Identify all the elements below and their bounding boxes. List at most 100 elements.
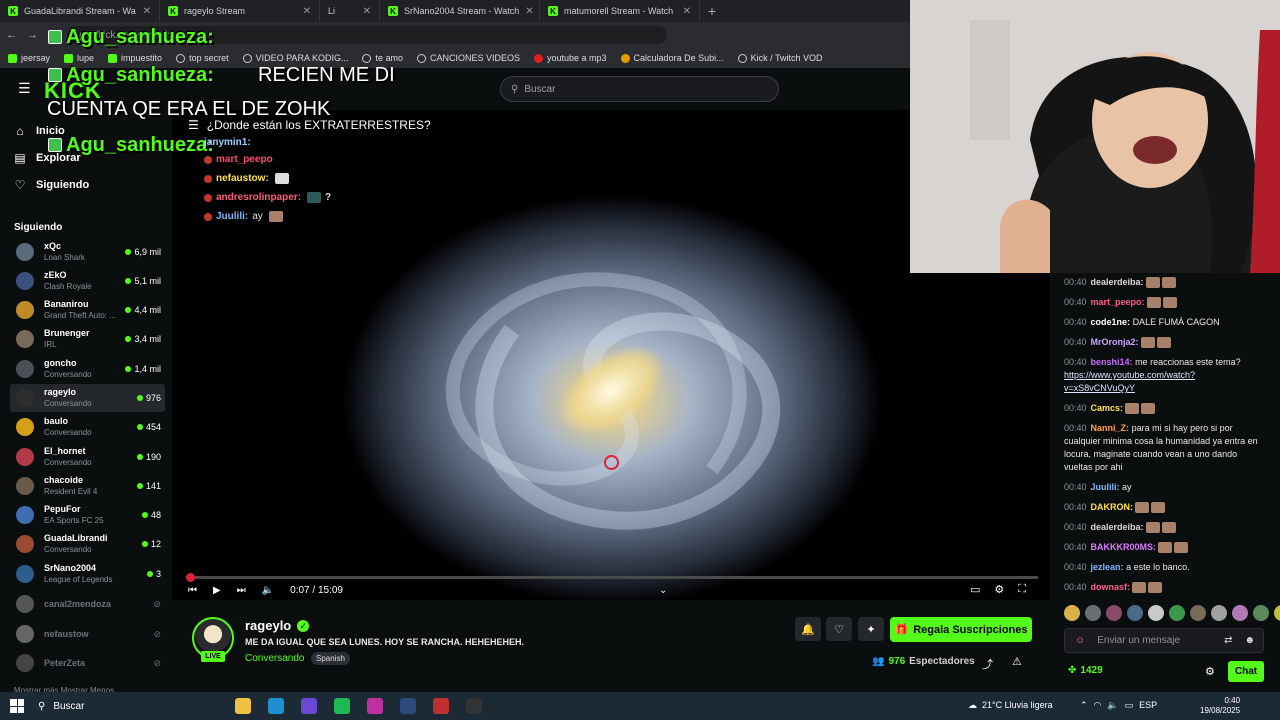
sidebar-channel-nefaustow[interactable]: nefaustow ⊘ — [10, 620, 165, 648]
browser-tab[interactable]: K GuadaLibrandi Stream - Wa ✕ — [0, 0, 160, 22]
chevron-down-icon[interactable]: ⌄ — [659, 585, 667, 596]
emote-icon[interactable] — [1148, 605, 1164, 621]
sidebar-channel-guadalibrandi[interactable]: GuadaLibrandi Conversando 12 — [10, 530, 165, 558]
chat-username[interactable]: Camcs: — [1091, 403, 1124, 413]
steam-icon[interactable] — [400, 698, 416, 714]
browser-tab[interactable]: Krageylo Stream ✕ — [160, 0, 320, 22]
chat-username[interactable]: Juulili: — [1091, 482, 1120, 492]
app-icon[interactable] — [367, 698, 383, 714]
bookmark-item[interactable]: VIDEO PARA KODIG... — [242, 53, 348, 63]
close-tab-icon[interactable]: ✕ — [303, 6, 311, 17]
back-icon[interactable]: ← — [6, 29, 17, 41]
send-chat-button[interactable]: Chat — [1228, 661, 1264, 682]
bookmark-item[interactable]: Calculadora De Subi... — [620, 53, 724, 63]
sidebar-channel-xqc[interactable]: xQc Loan Shark 6,9 mil — [10, 238, 165, 266]
forward-icon[interactable]: → — [27, 29, 38, 41]
close-tab-icon[interactable]: ✕ — [143, 6, 151, 17]
sidebar-channel-bananirou[interactable]: Bananirou Grand Theft Auto: ... 4,4 mil — [10, 296, 165, 324]
follow-button[interactable]: ♡ — [826, 617, 852, 641]
emote-icon[interactable] — [1169, 605, 1185, 621]
chat-username[interactable]: downasf: — [1091, 582, 1131, 592]
chat-settings-icon[interactable]: ⚙ — [1205, 665, 1215, 678]
chat-link[interactable]: https://www.youtube.com/watch?v=xS8vCNVu… — [1064, 370, 1195, 393]
bookmark-item[interactable]: CANCIONES VIDEOS — [416, 53, 520, 63]
sidebar-channel-srnano2004[interactable]: SrNano2004 League of Legends 3 — [10, 560, 165, 588]
taskbar-search[interactable]: ⚲ Buscar — [38, 701, 218, 712]
emote-icon[interactable] — [1232, 605, 1248, 621]
channel-points[interactable]: ✤ 1429 — [1068, 665, 1103, 676]
emote-icon[interactable] — [1253, 605, 1269, 621]
quality-icon[interactable]: ⚙ — [994, 583, 1004, 596]
previous-icon[interactable]: ⏮ — [188, 585, 197, 596]
sidebar-channel-chacoide[interactable]: chacoide Resident Evil 4 141 — [10, 472, 165, 500]
battery-icon[interactable]: ▭ — [1125, 700, 1134, 711]
progress-bar[interactable] — [188, 576, 1038, 579]
emote-icon[interactable] — [1211, 605, 1227, 621]
emote-icon[interactable] — [1274, 605, 1280, 621]
emote-icon[interactable] — [1127, 605, 1143, 621]
chat-username[interactable]: MrOronja2: — [1091, 337, 1139, 347]
progress-handle[interactable] — [186, 573, 195, 582]
chat-input[interactable]: ☺ Enviar un mensaje ⇄ ☻ — [1064, 628, 1264, 653]
gift-subs-button[interactable]: 🎁 Regala Suscripciones — [890, 617, 1032, 642]
bookmark-item[interactable]: Kick / Twitch VOD — [737, 53, 822, 63]
bookmark-item[interactable]: youtube a mp3 — [534, 53, 607, 63]
sidebar-channel-canal2mendoza[interactable]: canal2mendoza ⊘ — [10, 590, 165, 618]
weather-widget[interactable]: ☁ 21°C Lluvia ligera — [968, 700, 1053, 711]
emote-icon[interactable] — [1064, 605, 1080, 621]
bookmark-item[interactable]: jeersay — [8, 53, 50, 63]
taskbar-clock[interactable]: 0:40 19/08/2025 — [1200, 696, 1240, 716]
report-icon[interactable]: ⚠ — [1012, 655, 1022, 668]
file-explorer-icon[interactable] — [235, 698, 251, 714]
wifi-icon[interactable]: ◠ — [1094, 700, 1102, 711]
chat-username[interactable]: benshi14: — [1091, 357, 1133, 367]
chat-username[interactable]: mart_peepo: — [1091, 297, 1145, 307]
sidebar-channel-goncho[interactable]: goncho Conversando 1,4 mil — [10, 355, 165, 383]
nav-home[interactable]: ⌂ Inicio — [14, 124, 64, 138]
sidebar-channel-zeko[interactable]: zEkO Clash Royale 5,1 mil — [10, 267, 165, 295]
chat-username[interactable]: BAKKKR00MS: — [1091, 542, 1157, 552]
chat-username[interactable]: DAKRON: — [1091, 502, 1134, 512]
chat-username[interactable]: dealerdeiba: — [1091, 522, 1144, 532]
clip-button[interactable]: ✦ — [858, 617, 884, 641]
spotify-icon[interactable] — [334, 698, 350, 714]
emote-icon[interactable] — [1085, 605, 1101, 621]
chat-username[interactable]: code1ne: — [1091, 317, 1131, 327]
play-icon[interactable]: ▶ — [213, 585, 221, 596]
bookmark-item[interactable]: te amo — [362, 53, 403, 63]
chat-username[interactable]: dealerdeiba: — [1091, 277, 1144, 287]
app-icon[interactable] — [433, 698, 449, 714]
sidebar-channel-rageylo[interactable]: rageylo Conversando 976 — [10, 384, 165, 412]
sidebar-channel-el_hornet[interactable]: El_hornet Conversando 190 — [10, 443, 165, 471]
emote-picker-icon[interactable]: ☺ — [1075, 635, 1085, 646]
captions-icon[interactable]: ▭ — [970, 583, 980, 596]
close-tab-icon[interactable]: ✕ — [363, 6, 371, 17]
sidebar-channel-peterzeta[interactable]: PeterZeta ⊘ — [10, 649, 165, 677]
chevron-up-icon[interactable]: ⌃ — [1080, 700, 1088, 711]
fullscreen-icon[interactable]: ⛶ — [1018, 583, 1026, 596]
speaker-icon[interactable]: 🔈 — [1107, 700, 1118, 711]
edge-icon[interactable] — [268, 698, 284, 714]
emoji-icon[interactable]: ☻ — [1244, 635, 1255, 646]
menu-icon[interactable]: ☰ — [18, 81, 31, 95]
discord-icon[interactable] — [301, 698, 317, 714]
close-tab-icon[interactable]: ✕ — [683, 6, 691, 17]
chat-username[interactable]: jezlean: — [1091, 562, 1124, 572]
browser-tab[interactable]: Li ✕ — [320, 0, 380, 22]
share-icon[interactable]: ⤴ — [982, 656, 993, 672]
bookmark-item[interactable]: top secret — [176, 53, 229, 63]
playlist-icon[interactable]: ☰ — [188, 118, 199, 132]
sidebar-channel-baulo[interactable]: baulo Conversando 454 — [10, 413, 165, 441]
new-tab-button[interactable]: + — [700, 3, 724, 19]
browser-tab[interactable]: Kmatumorell Stream - Watch ✕ — [540, 0, 700, 22]
nav-following[interactable]: ♡ Siguiendo — [14, 178, 90, 192]
streamer-name[interactable]: rageylo ✓ — [245, 618, 310, 633]
stream-category[interactable]: Conversando — [245, 653, 304, 664]
bookmark-item[interactable]: lupe — [64, 53, 94, 63]
close-tab-icon[interactable]: ✕ — [525, 6, 533, 17]
windows-start-icon[interactable] — [10, 699, 24, 713]
chat-username[interactable]: Nanni_Z: — [1091, 423, 1130, 433]
language-indicator[interactable]: ESP — [1139, 700, 1157, 711]
notifications-button[interactable]: 🔔 — [795, 617, 821, 641]
sidebar-channel-brunenger[interactable]: Brunenger IRL 3,4 mil — [10, 325, 165, 353]
